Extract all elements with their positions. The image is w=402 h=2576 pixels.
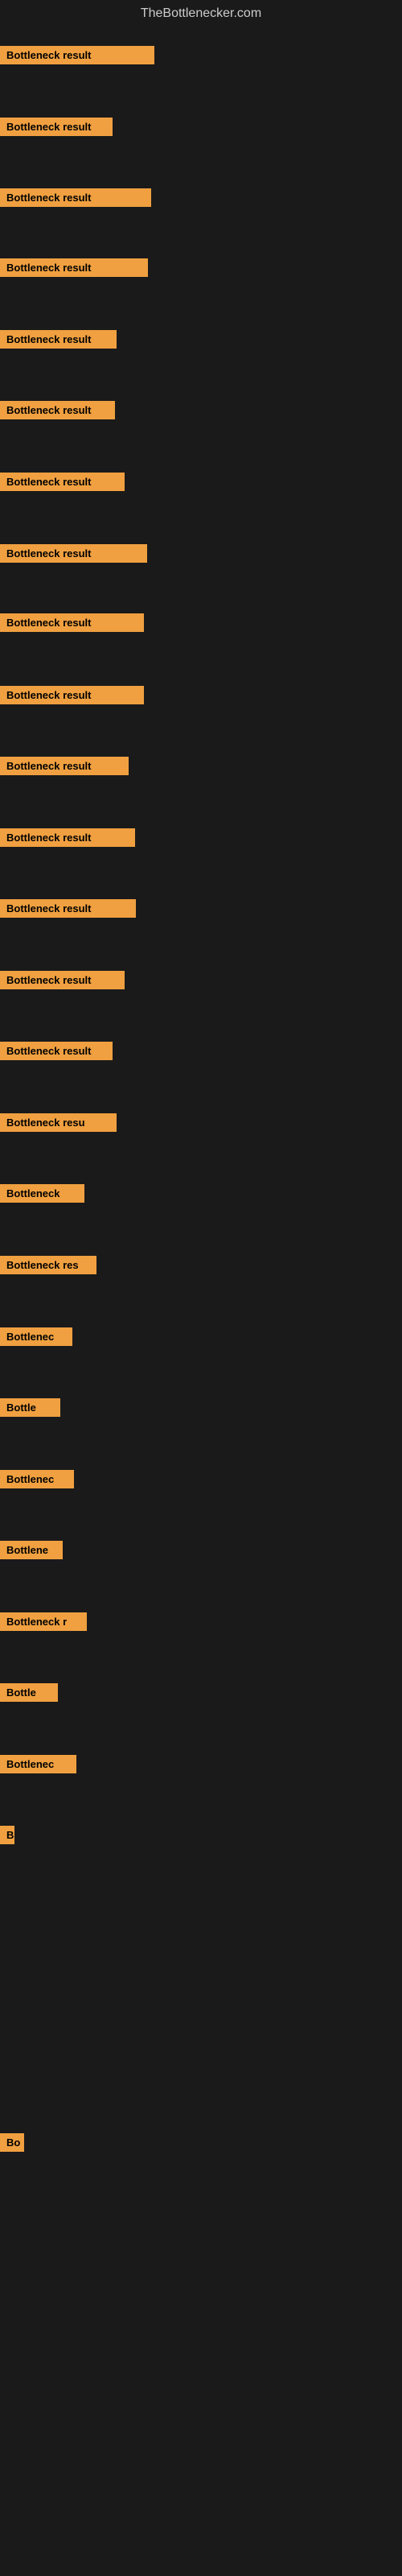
bottleneck-result-item: Bottleneck r xyxy=(0,1612,87,1631)
bottleneck-result-item: Bottleneck result xyxy=(0,473,125,491)
bottleneck-result-item: Bottleneck result xyxy=(0,544,147,563)
bottleneck-result-item: Bottleneck result xyxy=(0,1042,113,1060)
bottleneck-result-item: Bottlenec xyxy=(0,1755,76,1773)
bottleneck-result-item: Bottleneck xyxy=(0,1184,84,1203)
bottleneck-result-item: Bottleneck result xyxy=(0,971,125,989)
bottleneck-result-item: B xyxy=(0,1826,14,1844)
bottleneck-result-item: Bottleneck resu xyxy=(0,1113,117,1132)
bottleneck-result-item: Bottleneck result xyxy=(0,828,135,847)
bottleneck-result-item: Bottleneck result xyxy=(0,401,115,419)
bottleneck-result-item: Bottleneck res xyxy=(0,1256,96,1274)
bottleneck-result-item: Bottlene xyxy=(0,1541,63,1559)
bottleneck-result-item: Bottleneck result xyxy=(0,330,117,349)
bottleneck-result-item: Bottleneck result xyxy=(0,686,144,704)
bottleneck-result-item: Bottleneck result xyxy=(0,899,136,918)
bottleneck-result-item: Bottleneck result xyxy=(0,188,151,207)
bottleneck-result-item: Bo xyxy=(0,2133,24,2152)
bottleneck-result-item: Bottle xyxy=(0,1398,60,1417)
bottleneck-result-item: Bottleneck result xyxy=(0,757,129,775)
bottleneck-result-item: Bottleneck result xyxy=(0,46,154,64)
bottleneck-result-item: Bottleneck result xyxy=(0,118,113,136)
bottleneck-result-item: Bottleneck result xyxy=(0,258,148,277)
bottleneck-result-item: Bottle xyxy=(0,1683,58,1702)
bottleneck-result-item: Bottlenec xyxy=(0,1470,74,1488)
site-title: TheBottlenecker.com xyxy=(0,0,402,27)
bottleneck-result-item: Bottleneck result xyxy=(0,613,144,632)
bottleneck-result-item: Bottlenec xyxy=(0,1327,72,1346)
